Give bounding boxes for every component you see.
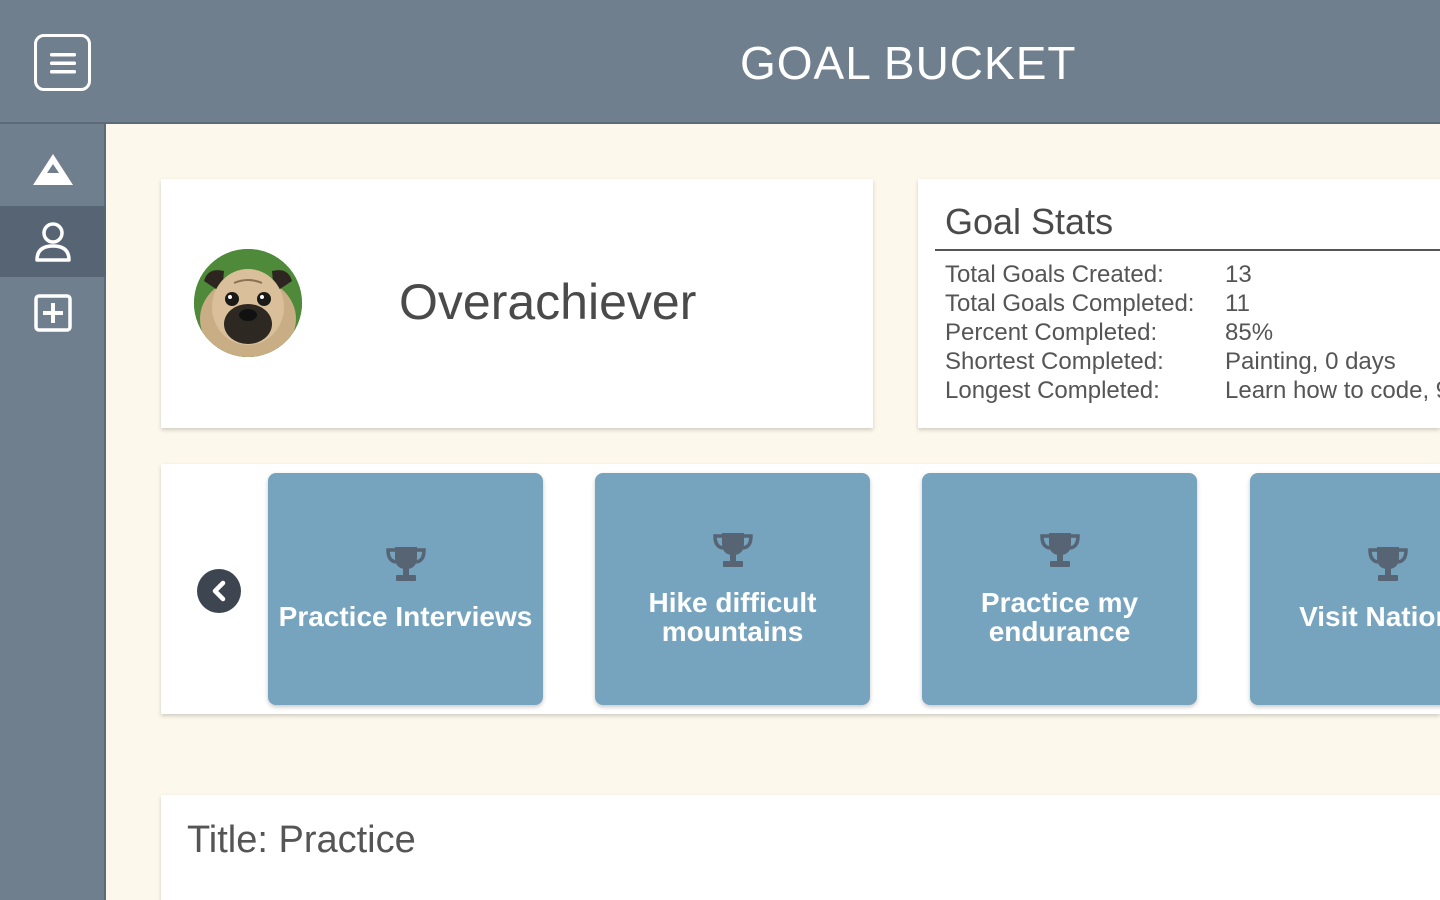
stat-value: 13	[1225, 261, 1252, 288]
goal-tile[interactable]: Practice my endurance	[922, 473, 1197, 705]
stat-row: Total Goals Created: 13	[945, 261, 1440, 290]
goal-tile[interactable]: Hike difficult mountains	[595, 473, 870, 705]
pug-avatar-image	[194, 249, 302, 357]
chevron-left-icon	[212, 580, 226, 602]
goal-tile[interactable]: Practice Interviews	[268, 473, 543, 705]
trophy-icon	[1039, 533, 1080, 567]
stat-row: Percent Completed: 85%	[945, 319, 1440, 348]
stats-title: Goal Stats	[945, 201, 1114, 242]
menu-button[interactable]	[34, 34, 91, 91]
goal-stats-card: Goal Stats Total Goals Created: 13 Total…	[918, 179, 1440, 428]
goal-label-line-2: mountains	[661, 616, 804, 647]
goal-detail-title: Title: Practice	[187, 819, 416, 861]
trophy-icon	[1367, 547, 1408, 581]
stats-divider	[935, 249, 1440, 251]
goal-detail-card: Title: Practice	[161, 795, 1440, 900]
stat-value: 11	[1225, 290, 1250, 317]
app-title: GOAL BUCKET	[740, 37, 1077, 89]
trophy-icon	[712, 533, 753, 567]
stat-row: Longest Completed: Learn how to code, 9	[945, 377, 1440, 406]
stat-label: Percent Completed:	[945, 319, 1158, 346]
stat-label: Longest Completed:	[945, 377, 1160, 404]
stat-row: Shortest Completed: Painting, 0 days	[945, 348, 1440, 377]
hamburger-menu-icon	[49, 52, 76, 73]
stat-value: Learn how to code, 9	[1225, 377, 1440, 404]
stat-value: Painting, 0 days	[1225, 348, 1396, 375]
avatar	[194, 249, 302, 357]
mountain-icon	[33, 153, 73, 185]
carousel-prev-button[interactable]	[197, 569, 241, 613]
stat-row: Total Goals Completed: 11	[945, 290, 1440, 319]
goal-tile[interactable]: Visit National	[1250, 473, 1440, 705]
stats-list: Total Goals Created: 13 Total Goals Comp…	[945, 261, 1440, 406]
trophy-icon	[385, 547, 426, 581]
plus-square-icon	[34, 293, 72, 332]
goal-label-line-1: Practice my	[980, 587, 1139, 618]
goal-label-line-2: endurance	[988, 616, 1131, 647]
stat-label: Total Goals Completed:	[945, 290, 1195, 317]
profile-card: Overachiever	[161, 179, 873, 428]
sidebar	[0, 124, 106, 900]
top-bar: GOAL BUCKET	[0, 0, 1440, 124]
goal-label: Visit National	[1299, 601, 1440, 632]
stat-value: 85%	[1225, 319, 1274, 346]
profile-username: Overachiever	[399, 274, 697, 330]
sidebar-item-add-goal[interactable]	[0, 277, 106, 348]
stat-label: Shortest Completed:	[945, 348, 1164, 375]
stat-label: Total Goals Created:	[945, 261, 1164, 288]
goals-carousel: Practice Interviews Hike difficult mount…	[161, 464, 1440, 714]
goal-label: Practice Interviews	[278, 601, 533, 632]
sidebar-item-profile[interactable]	[0, 206, 106, 277]
goal-label-line-1: Hike difficult	[648, 587, 817, 618]
user-icon	[35, 221, 71, 262]
sidebar-item-goals[interactable]	[0, 134, 106, 205]
